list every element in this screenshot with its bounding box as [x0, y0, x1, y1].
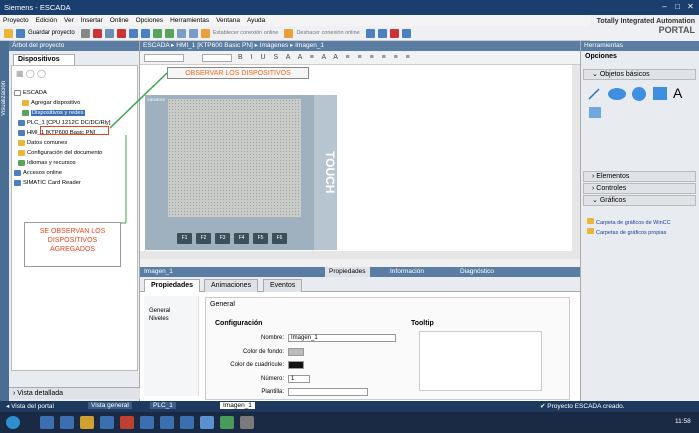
property-tabs: Propiedades Animaciones Eventos [140, 277, 580, 292]
number-field[interactable]: 1 [288, 375, 310, 383]
name-field[interactable]: Imagen_1 [288, 334, 396, 342]
taskbar-app-icon[interactable] [240, 416, 254, 429]
tooltip-textbox[interactable] [419, 331, 542, 391]
clock: 11:58 [675, 418, 691, 425]
taskbar-app-icon[interactable] [80, 416, 94, 429]
bg-color-label: Color de fondo: [242, 349, 284, 355]
taskbar-app-icon[interactable] [40, 416, 54, 429]
basic-objects-section[interactable]: ⌄ Objetos básicos [583, 69, 696, 80]
tools-panel: Herramientas Opciones ⌄ Objetos básicos … [580, 41, 699, 401]
taskbar-app-icon[interactable] [140, 416, 154, 429]
arrow-to-tree [109, 72, 168, 129]
text-field-tool-icon[interactable]: A [673, 85, 682, 101]
inspector-tab-properties[interactable]: Propiedades [325, 267, 370, 277]
grid-color-picker[interactable] [288, 361, 304, 369]
name-label: Nombre: [260, 335, 284, 341]
taskbar-app-icon[interactable] [180, 416, 194, 429]
status-tab-image[interactable]: Imagen_1 [220, 402, 255, 409]
nav-levels[interactable]: Niveles [144, 314, 198, 322]
windows-taskbar: 11:58 [0, 412, 699, 433]
graphics-item-own[interactable]: Carpetas de gráficos propias [587, 228, 666, 236]
tab-animations[interactable]: Animaciones [204, 279, 259, 292]
tab-events[interactable]: Eventos [263, 279, 303, 292]
general-heading: General [210, 301, 235, 308]
controls-section[interactable]: › Controles [583, 183, 696, 194]
elements-section[interactable]: › Elementos [583, 171, 696, 182]
taskbar-app-icon[interactable] [160, 416, 174, 429]
template-label: Plantilla: [261, 389, 284, 395]
status-tab-overview[interactable]: Vista general [88, 402, 132, 409]
configuration-heading: Configuración [215, 320, 263, 327]
grid-color-label: Color de cuadrícule: [230, 362, 284, 368]
portal-view-button[interactable]: ◂ Vista del portal [6, 402, 54, 410]
tab-properties[interactable]: Propiedades [144, 279, 201, 292]
nav-general[interactable]: General [144, 296, 198, 314]
line-tool-icon[interactable] [588, 88, 600, 100]
general-settings-box: General Configuración Tooltip Nombre: Im… [205, 297, 570, 400]
options-label: Opciones [585, 53, 617, 60]
status-bar: ◂ Vista del portal Vista general PLC_1 I… [0, 401, 699, 412]
status-message: ✔ Proyecto ESCADA creado. [540, 403, 625, 410]
taskbar-app-icon[interactable] [100, 416, 114, 429]
template-field[interactable] [288, 388, 368, 396]
taskbar-app-icon[interactable] [220, 416, 234, 429]
graphics-section[interactable]: ⌄ Gráficos [583, 195, 696, 206]
inspector-tab-diagnostics[interactable]: Diagnóstico [460, 267, 494, 277]
folder-icon [587, 228, 594, 234]
circle-tool-icon[interactable] [632, 87, 646, 101]
taskbar-app-icon[interactable] [120, 416, 134, 429]
folder-icon [587, 218, 594, 224]
inspector-tab-info[interactable]: Información [390, 267, 424, 277]
taskbar-app-icon[interactable] [200, 416, 214, 429]
graphics-item-wincc[interactable]: Carpeta de gráficos de WinCC [587, 218, 671, 226]
inspector-header: Imagen_1 Propiedades Información Diagnós… [140, 267, 580, 277]
taskbar-app-icon[interactable] [60, 416, 74, 429]
tools-header: Herramientas [581, 41, 699, 51]
rectangle-tool-icon[interactable] [653, 87, 667, 100]
status-tab-plc[interactable]: PLC_1 [150, 402, 176, 409]
inspector-object: Imagen_1 [144, 268, 173, 275]
ellipse-tool-icon[interactable] [608, 88, 626, 100]
start-button-icon[interactable] [6, 416, 20, 429]
number-label: Número: [260, 376, 284, 382]
graphic-view-icon[interactable] [589, 107, 601, 118]
properties-nav: General Niveles [144, 296, 199, 396]
tooltip-heading: Tooltip [411, 320, 434, 327]
bg-color-picker[interactable] [288, 348, 304, 356]
